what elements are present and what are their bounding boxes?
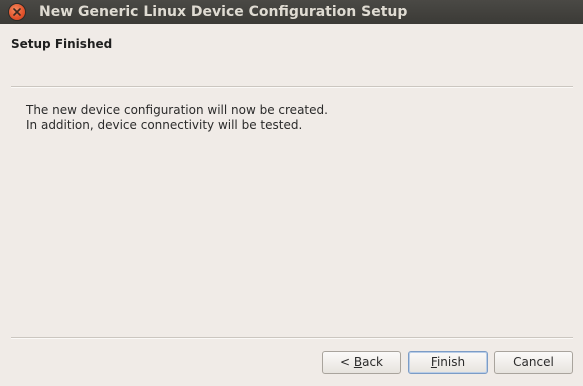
finish-button[interactable]: Finish (408, 351, 488, 374)
back-button-prefix: < (339, 355, 354, 369)
footer-divider (11, 337, 573, 339)
back-button-label: ack (362, 355, 383, 369)
window-title: New Generic Linux Device Configuration S… (39, 4, 408, 20)
description-line-2: In addition, device connectivity will be… (26, 118, 303, 132)
finish-button-label: inish (436, 355, 466, 369)
wizard-window: New Generic Linux Device Configuration S… (0, 0, 583, 386)
page-description: The new device configuration will now be… (26, 103, 328, 133)
description-line-1: The new device configuration will now be… (26, 103, 328, 117)
page-title: Setup Finished (11, 37, 113, 51)
close-window-button[interactable] (9, 4, 25, 20)
close-icon (13, 8, 21, 16)
back-button[interactable]: < Back (322, 351, 401, 374)
back-button-mnemonic: B (353, 355, 363, 369)
header-divider (11, 86, 573, 88)
title-bar[interactable]: New Generic Linux Device Configuration S… (0, 0, 583, 24)
cancel-button[interactable]: Cancel (494, 351, 573, 374)
